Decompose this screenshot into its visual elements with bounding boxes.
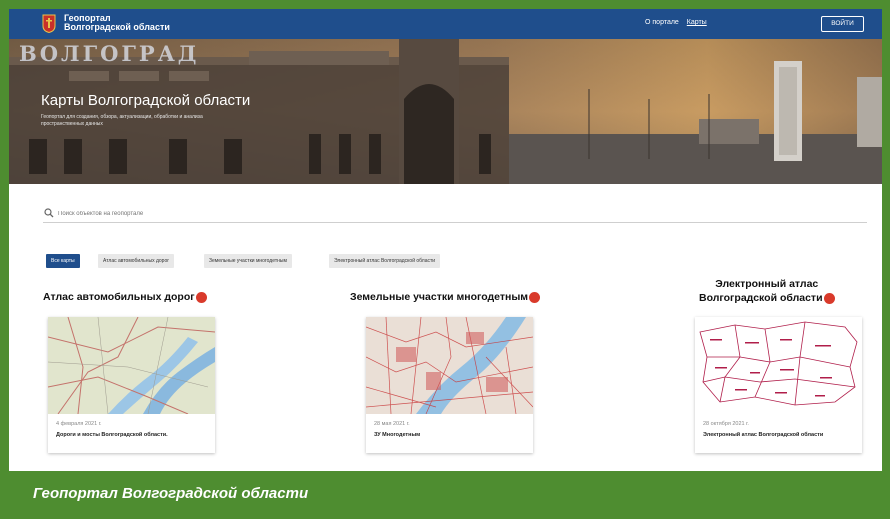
new-badge: [823, 292, 835, 304]
card-date: 4 февраля 2021 г.: [56, 421, 102, 427]
map-card-electronic-atlas[interactable]: 28 октября 2021 г. Электронный атлас Вол…: [695, 317, 862, 453]
caption-band: Геопортал Волгоградской области: [9, 474, 882, 511]
section-title-electronic-atlas: Электронный атлас Волгоградской области: [699, 277, 835, 305]
caption-text: Геопортал Волгоградской области: [33, 485, 309, 502]
section-title-text: Земельные участки многодетным: [350, 291, 529, 303]
brand-title[interactable]: Геопортал Волгоградской области: [64, 14, 170, 32]
nav-maps-link[interactable]: Карты: [687, 19, 707, 26]
new-badge: [195, 291, 207, 303]
section-title-text: Атлас автомобильных дорог: [43, 291, 195, 303]
hero-title: Карты Волгоградской области: [41, 92, 251, 109]
search-bar: [43, 207, 867, 223]
card-name: Дороги и мосты Волгоградской области.: [56, 432, 168, 438]
card-date: 28 мая 2021 г.: [374, 421, 410, 427]
chip-land-plots[interactable]: Земельные участки многодетным: [204, 254, 292, 268]
station-sign: ВОЛГОГРАД: [19, 41, 200, 66]
section-title-land-plots: Земельные участки многодетным: [350, 291, 541, 303]
search-icon: [44, 208, 54, 218]
map-thumbnail-electronic-atlas: [695, 317, 862, 414]
top-navigation-bar: Геопортал Волгоградской области О портал…: [9, 9, 882, 39]
map-thumbnail-land-plots: [366, 317, 533, 414]
brand-line-2: Волгоградской области: [64, 22, 170, 32]
chip-road-atlas[interactable]: Атлас автомобильных дорог: [98, 254, 175, 268]
nav-about-link[interactable]: О портале: [645, 19, 679, 26]
card-date: 28 октября 2021 г.: [703, 421, 749, 427]
section-title-road-atlas: Атлас автомобильных дорог: [43, 291, 207, 303]
hero-banner: ВОЛГОГРАД Карты Волгоградской области Ге…: [9, 39, 882, 184]
hero-subtitle: Геопортал для создания, обзора, актуализ…: [41, 114, 203, 127]
coat-of-arms-icon: [42, 14, 56, 33]
search-input[interactable]: [58, 207, 558, 220]
section-title-line-1: Электронный атлас: [715, 278, 819, 290]
login-button[interactable]: ВОЙТИ: [821, 16, 864, 32]
card-name: Электронный атлас Волгоградской области: [703, 432, 824, 438]
chip-electronic-atlas[interactable]: Электронный атлас Волгоградской области: [329, 254, 441, 268]
card-name: ЗУ Многодетным: [374, 432, 421, 438]
new-badge: [529, 291, 541, 303]
browser-screen: Геопортал Волгоградской области О портал…: [9, 9, 882, 471]
section-title-line-2: Волгоградской области: [699, 292, 823, 304]
main-nav: О портале Карты: [645, 19, 713, 26]
map-thumbnail-roads: [48, 317, 215, 414]
chip-all-maps[interactable]: Все карты: [46, 254, 80, 268]
map-card-road-atlas[interactable]: 4 февраля 2021 г. Дороги и мосты Волгогр…: [48, 317, 215, 453]
map-card-land-plots[interactable]: 28 мая 2021 г. ЗУ Многодетным: [366, 317, 533, 453]
